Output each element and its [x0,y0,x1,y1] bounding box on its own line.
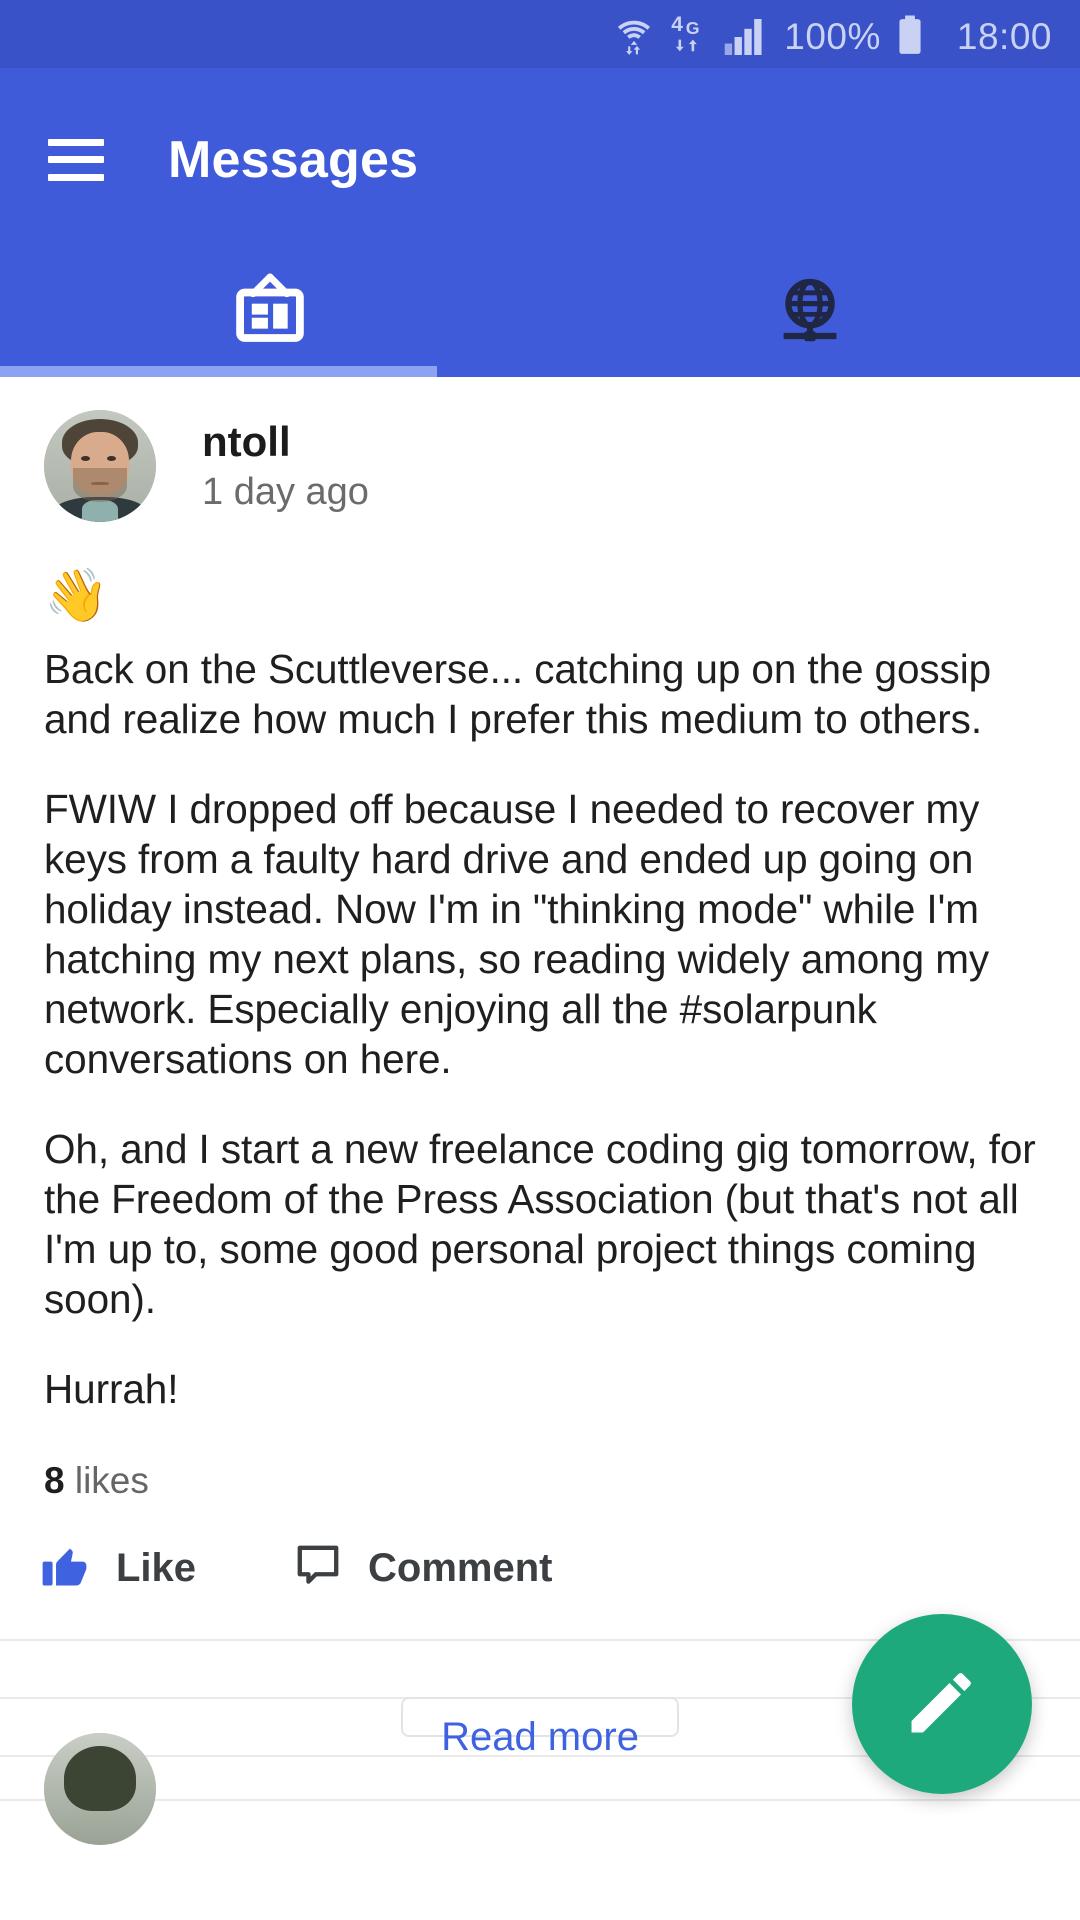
hamburger-menu-icon[interactable] [48,138,104,181]
tab-selection-indicator [0,366,438,377]
post-paragraph: Back on the Scuttleverse... catching up … [44,646,992,742]
post-card: ntoll 1 day ago 👋 Back on the Scuttlever… [0,377,1080,1801]
next-post-avatar[interactable] [44,1733,156,1845]
post-paragraph: Oh, and I start a new freelance coding g… [44,1126,1036,1322]
hamburger-line [48,138,104,146]
likes-number: 8 [44,1460,65,1501]
likes-label: likes [74,1460,149,1501]
tab-public-feed[interactable] [0,251,540,377]
app-bar: Messages [0,68,1080,251]
divider [0,1799,1080,1801]
noticeboard-icon [231,270,309,359]
hamburger-line [48,156,104,163]
status-bar: 4 G 100% 18:00 [0,0,1080,68]
post-timestamp: 1 day ago [202,470,369,513]
pencil-icon [899,1659,985,1750]
post-paragraph: FWIW I dropped off because I needed to r… [44,786,989,1082]
tab-bar [0,251,1080,377]
status-bar-icons: 4 G 100% 18:00 [614,13,1052,55]
post-meta: ntoll 1 day ago [202,419,369,513]
hamburger-line [48,173,104,181]
post-author[interactable]: ntoll [202,419,369,464]
wifi-icon [614,15,654,55]
message-feed[interactable]: ntoll 1 day ago 👋 Back on the Scuttlever… [0,377,1080,1920]
comment-label: Comment [368,1546,553,1590]
network-4g-icon: 4 G [670,13,708,55]
like-button[interactable]: Like [40,1540,196,1597]
compose-button[interactable] [852,1614,1032,1794]
battery-percent: 100% [784,16,881,57]
battery-full-icon [897,15,923,55]
post-paragraph: Hurrah! [44,1366,179,1412]
tab-network[interactable] [540,251,1080,377]
post-header: ntoll 1 day ago [0,377,1080,522]
status-clock: 18:00 [956,16,1052,57]
svg-text:4: 4 [671,13,683,36]
post-body: Back on the Scuttleverse... catching up … [0,622,1080,1414]
wave-emoji: 👋 [44,567,109,625]
read-more-button[interactable]: Read more [401,1697,679,1757]
signal-bars-icon [724,19,768,55]
globe-network-icon [774,273,846,356]
like-label: Like [116,1546,197,1590]
thumbs-up-icon [40,1540,92,1597]
likes-count: 8 likes [0,1414,1080,1502]
post-actions: Like Comment [0,1502,1080,1597]
comment-bubble-icon [292,1540,344,1597]
comment-button[interactable]: Comment [292,1540,553,1597]
avatar[interactable] [44,410,156,522]
svg-text:G: G [686,18,700,38]
page-title: Messages [168,130,419,189]
